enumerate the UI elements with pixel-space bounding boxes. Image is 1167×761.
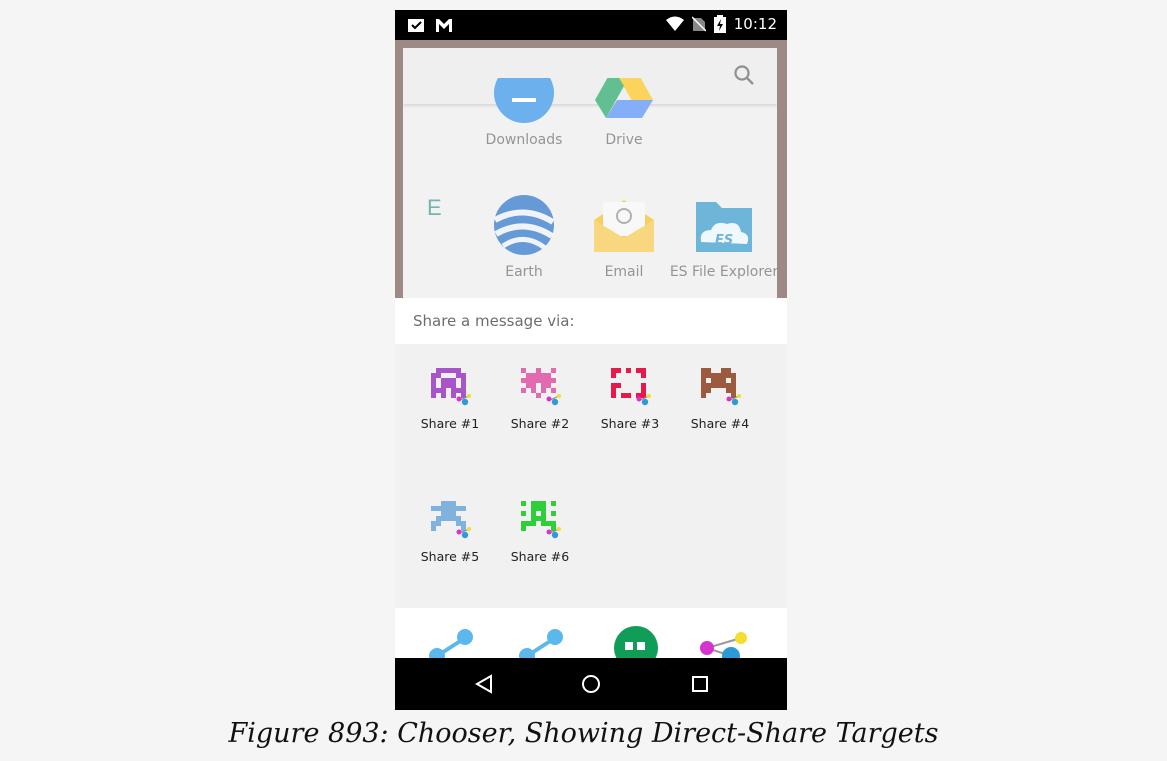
drive-icon [595, 78, 653, 118]
gmail-icon [436, 19, 452, 32]
clipboard-check-icon [408, 19, 424, 32]
direct-share-label: Share #1 [420, 416, 480, 431]
direct-share-label: Share #3 [600, 416, 660, 431]
direct-share-label: Share #4 [690, 416, 750, 431]
hangouts-icon [614, 626, 658, 658]
email-icon [594, 200, 654, 252]
earth-icon [493, 195, 555, 255]
back-icon[interactable] [469, 672, 499, 696]
direct-share-target[interactable]: Share #6 [495, 497, 585, 564]
navigation-bar [395, 658, 787, 710]
no-sim-icon [691, 16, 706, 32]
direct-share-target[interactable]: Share #1 [405, 364, 495, 431]
app-label: Email [604, 264, 644, 280]
app-label: Downloads [485, 132, 563, 148]
share-icon [429, 629, 473, 658]
app-email[interactable]: Email [569, 194, 679, 280]
downloads-icon [494, 78, 554, 123]
direct-share-label: Share #6 [510, 549, 570, 564]
app-label: ES File Explorer [669, 264, 777, 280]
invader-avatar-icon [431, 368, 471, 406]
invader-avatar-icon [521, 501, 561, 539]
status-time: 10:12 [733, 15, 777, 33]
app-drive[interactable]: Drive [569, 78, 679, 148]
molecule-icon [700, 632, 747, 658]
direct-share-label: Share #5 [420, 549, 480, 564]
app-label: Earth [505, 264, 543, 280]
app-target[interactable] [697, 632, 747, 658]
svg-text:ES: ES [715, 233, 733, 248]
phone-screen: 10:12 Downloads Drive E Earth Email ES E… [395, 10, 787, 710]
app-target[interactable] [613, 625, 659, 658]
app-downloads[interactable]: Downloads [469, 78, 579, 148]
direct-share-target[interactable]: Share #5 [405, 497, 495, 564]
wifi-icon [665, 16, 684, 31]
app-target[interactable] [427, 626, 477, 658]
figure-caption: Figure 893: Chooser, Showing Direct-Shar… [228, 718, 939, 749]
battery-charging-icon [713, 15, 726, 33]
section-letter: E [427, 195, 442, 220]
direct-share-target[interactable]: Share #2 [495, 364, 585, 431]
app-es-file-explorer[interactable]: ES ES File Explorer [669, 194, 777, 280]
status-bar: 10:12 [395, 10, 787, 40]
app-target[interactable] [517, 626, 567, 658]
invader-avatar-icon [611, 368, 651, 406]
invader-avatar-icon [521, 368, 561, 406]
chooser-title: Share a message via: [413, 312, 575, 330]
invader-avatar-icon [431, 501, 471, 539]
direct-share-target[interactable]: Share #3 [585, 364, 675, 431]
chooser-app-row [395, 608, 787, 658]
app-drawer: Downloads Drive E Earth Email ES ES File… [403, 48, 777, 308]
app-earth[interactable]: Earth [469, 194, 579, 280]
home-icon[interactable] [576, 672, 606, 696]
recents-icon[interactable] [685, 672, 715, 696]
app-label: Drive [605, 132, 643, 148]
direct-share-label: Share #2 [510, 416, 570, 431]
search-icon[interactable] [733, 64, 755, 86]
chooser-header: Share a message via: [395, 298, 787, 344]
direct-share-target[interactable]: Share #4 [675, 364, 765, 431]
share-icon [519, 629, 563, 658]
es-file-explorer-icon: ES [696, 202, 752, 252]
direct-share-targets: Share #1 Share #2 Share #3 Share #4 Share #5… [395, 344, 787, 608]
invader-avatar-icon [701, 368, 741, 406]
